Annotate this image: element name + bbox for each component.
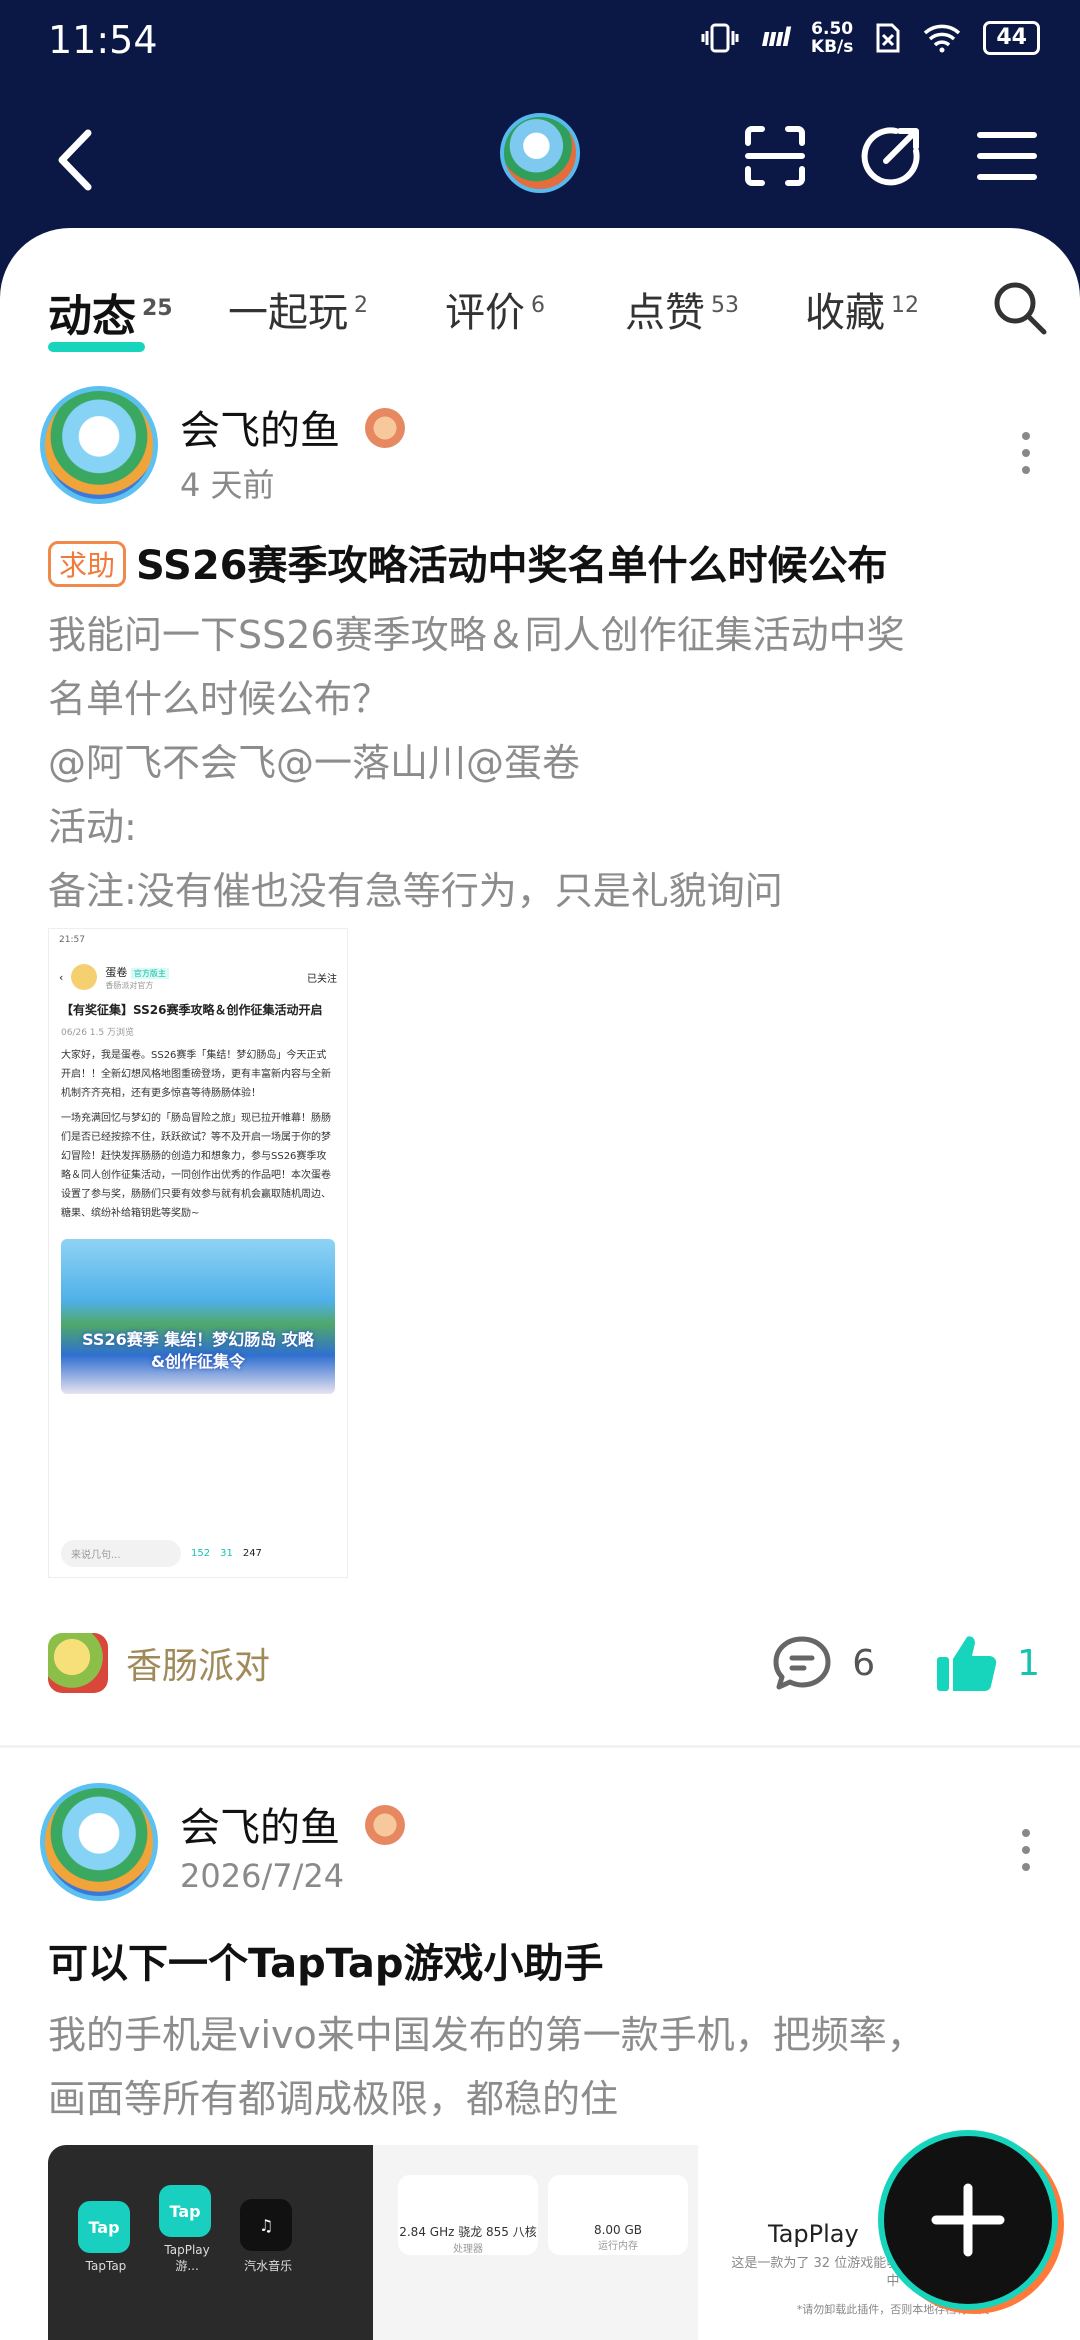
game-icon (48, 1633, 108, 1693)
status-bar: 11:54 ıııl 6.50 KB/s 44 (0, 0, 1080, 80)
comment-icon (773, 1636, 831, 1690)
scan-icon[interactable] (742, 123, 808, 189)
avatar[interactable] (40, 386, 158, 504)
share-icon[interactable] (858, 123, 924, 189)
spec-card: 8.00 GB 运行内存 (548, 2175, 688, 2255)
post-image[interactable]: 21:57 ‹ 蛋卷 官方版主 香肠派对官方 已关注 【有奖征集】SS26赛季攻… (48, 928, 348, 1578)
app-icon: Tap TapPlay游... (159, 2185, 215, 2274)
comment-button[interactable]: 6 (772, 1635, 875, 1691)
header-avatar[interactable] (500, 113, 580, 193)
thumbs-up-icon (937, 1636, 997, 1691)
network-speed: 6.50 KB/s (810, 19, 854, 57)
shot-title: 【有奖征集】SS26赛季攻略＆创作征集活动开启 (61, 1003, 323, 1017)
shot-back-icon: ‹ (59, 970, 64, 984)
post-stats: 6 1 (772, 1633, 1040, 1693)
help-tag: 求助 (48, 541, 127, 587)
plus-icon (931, 2183, 1005, 2257)
battery-indicator: 44 (983, 21, 1040, 55)
app-icon: Tap TapTap (78, 2201, 134, 2273)
top-bar (0, 95, 1080, 225)
tab-likes[interactable]: 点赞 53 (625, 280, 739, 338)
gallery-image-specs[interactable]: 2.84 GHz 骁龙 855 八核 处理器 8.00 GB 运行内存 (373, 2145, 698, 2340)
more-options-icon[interactable] (1016, 1825, 1036, 1875)
post-body[interactable]: 我能问一下SS26赛季攻略＆同人创作征集活动中奖 名单什么时候公布？ @阿飞不会… (48, 603, 1038, 923)
post-body[interactable]: 我的手机是vivo来中国发布的第一款手机，把频率， 画面等所有都调成极限，都稳的… (48, 2003, 1038, 2131)
user-badge-icon (365, 408, 405, 448)
game-name: 香肠派对 (126, 1646, 271, 1687)
tab-favorites[interactable]: 收藏 12 (805, 280, 919, 338)
menu-icon[interactable] (974, 123, 1040, 189)
shot-star-count: 31 (220, 1548, 233, 1559)
tab-bar: 动态 25 一起玩 2 评价 6 点赞 53 收藏 12 (0, 268, 1080, 352)
vibrate-icon (701, 23, 739, 53)
tab-reviews[interactable]: 评价 6 (445, 280, 545, 338)
signal-icon: ıııl (761, 23, 791, 53)
sim-off-icon (876, 23, 900, 53)
tab-play-together[interactable]: 一起玩 2 (228, 280, 368, 338)
game-link[interactable]: 香肠派对 (48, 1633, 270, 1693)
status-icons: ıııl 6.50 KB/s 44 (701, 20, 1040, 56)
app-icon: ♫ 汽水音乐 (240, 2199, 296, 2274)
shot-status-time: 21:57 (59, 935, 85, 945)
shot-meta: 06/26 1.5 万浏览 (61, 1028, 134, 1038)
post-time: 2026/7/24 (180, 1857, 345, 1895)
post-time: 4 天前 (180, 466, 275, 504)
shot-nav: ‹ 蛋卷 官方版主 香肠派对官方 已关注 (59, 964, 337, 990)
wifi-icon (924, 24, 961, 53)
content-sheet: 动态 25 一起玩 2 评价 6 点赞 53 收藏 12 会飞的鱼 4 天前 求助 SS26… (0, 228, 1080, 2340)
author-name[interactable]: 会飞的鱼 (180, 1795, 340, 1853)
search-icon[interactable] (990, 278, 1050, 338)
gallery-image-apps[interactable]: Tap TapTap Tap TapPlay游... ♫ 汽水音乐 (48, 2145, 373, 2340)
status-time: 11:54 (48, 18, 158, 62)
like-button[interactable]: 1 (935, 1633, 1040, 1693)
author-name[interactable]: 会飞的鱼 (180, 398, 340, 456)
active-tab-indicator (48, 342, 145, 352)
post-title[interactable]: 可以下一个TapTap游戏小助手 (48, 1931, 604, 1989)
shot-like-count: 152 (191, 1548, 211, 1559)
user-badge-icon (365, 1805, 405, 1845)
top-actions (742, 123, 1040, 189)
post-title[interactable]: 求助 SS26赛季攻略活动中奖名单什么时候公布 (48, 533, 888, 591)
shot-avatar (71, 964, 98, 990)
more-options-icon[interactable] (1016, 428, 1036, 478)
avatar[interactable] (40, 1783, 158, 1901)
shot-body: 大家好，我是蛋卷。SS26赛季「集结！梦幻肠岛」今天正式开启！！全新幻想风格地图… (61, 1050, 331, 1219)
shot-comment-count: 247 (242, 1548, 262, 1559)
post-divider (0, 1745, 1080, 1748)
tab-dynamic[interactable]: 动态 25 (48, 280, 173, 352)
back-button[interactable] (50, 125, 100, 195)
shot-banner: SS26赛季 集结！梦幻肠岛 攻略&创作征集令 (61, 1239, 335, 1394)
spec-card: 2.84 GHz 骁龙 855 八核 处理器 (398, 2175, 538, 2255)
shot-footer: 来说几句... 152 31 247 (49, 1540, 347, 1567)
create-post-button[interactable] (878, 2130, 1058, 2310)
